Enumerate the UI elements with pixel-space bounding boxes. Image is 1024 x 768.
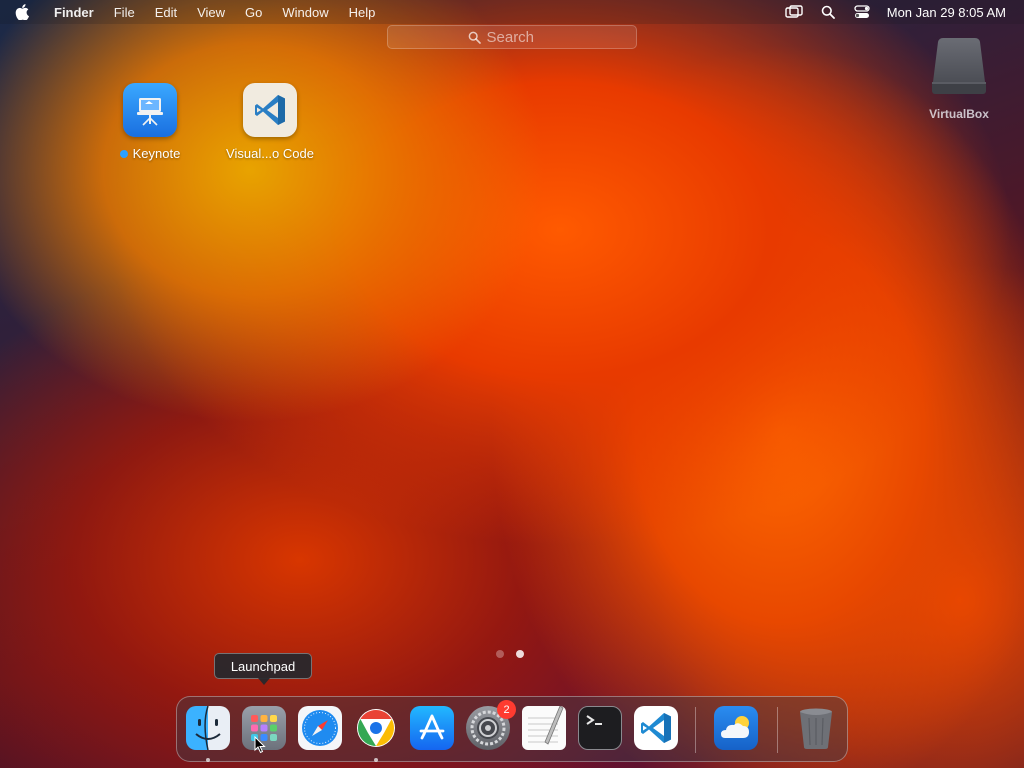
dock-separator [695,707,696,753]
keynote-label: Keynote [132,146,181,161]
launchpad-app-label: Keynote [119,146,181,161]
menubar-clock[interactable]: Mon Jan 29 8:05 AM [879,5,1024,20]
screen-mirroring-icon[interactable] [777,0,811,24]
menu-window[interactable]: Window [272,5,338,20]
launchpad-page-indicator [496,650,524,658]
menu-edit[interactable]: Edit [145,5,187,20]
dock-chrome[interactable] [354,706,398,762]
dock-vscode[interactable] [634,706,678,750]
page-dot-2[interactable] [516,650,524,658]
finder-icon [195,706,221,750]
keynote-icon [123,83,177,137]
trash-icon [800,708,832,749]
menu-bar: Finder File Edit View Go Window Help Mon… [0,0,1024,24]
dock-trash[interactable] [794,706,838,750]
launchpad-app-label: Visual...o Code [226,146,314,161]
vscode-label: Visual...o Code [226,146,314,161]
launchpad-app-keynote[interactable]: Keynote [90,83,210,161]
weather-icon [721,716,749,738]
search-icon [468,31,481,44]
launchpad-app-vscode[interactable]: Visual...o Code [210,83,330,161]
dock-tooltip: Launchpad [214,653,312,685]
dock-weather[interactable] [714,706,758,750]
dock-safari[interactable] [298,706,342,750]
mouse-cursor-icon [254,735,266,759]
desktop-drive-virtualbox[interactable]: VirtualBox [918,36,1000,121]
menu-extras: Mon Jan 29 8:05 AM [777,0,1024,24]
chrome-icon [357,709,395,747]
spotlight-search-icon[interactable] [811,0,845,24]
running-indicator [206,758,210,762]
new-app-indicator [119,149,128,158]
menu-file[interactable]: File [104,5,145,20]
launchpad-search-field[interactable] [387,25,637,49]
apple-menu-icon[interactable] [0,4,44,20]
drive-label: VirtualBox [929,107,989,121]
external-drive-icon [929,36,989,101]
dock-system-settings[interactable]: 2 [466,700,516,750]
dock: 2 [176,696,848,762]
launchpad-search-input[interactable] [486,28,557,46]
dock-separator [777,707,778,753]
control-center-icon[interactable] [845,0,879,24]
dock-textedit[interactable] [522,706,566,750]
vscode-icon [243,83,297,137]
menu-help[interactable]: Help [339,5,386,20]
dock-terminal[interactable] [578,706,622,750]
vscode-icon [641,713,671,743]
menu-finder[interactable]: Finder [44,5,104,20]
page-dot-1[interactable] [496,650,504,658]
running-indicator [374,758,378,762]
dock-finder[interactable] [186,706,230,762]
menu-go[interactable]: Go [235,5,272,20]
safari-icon [302,710,338,746]
app-store-icon [419,714,445,740]
menu-view[interactable]: View [187,5,235,20]
terminal-icon [586,715,602,725]
notification-badge: 2 [497,700,516,719]
textedit-icon [528,706,564,745]
dock-app-store[interactable] [410,706,454,750]
